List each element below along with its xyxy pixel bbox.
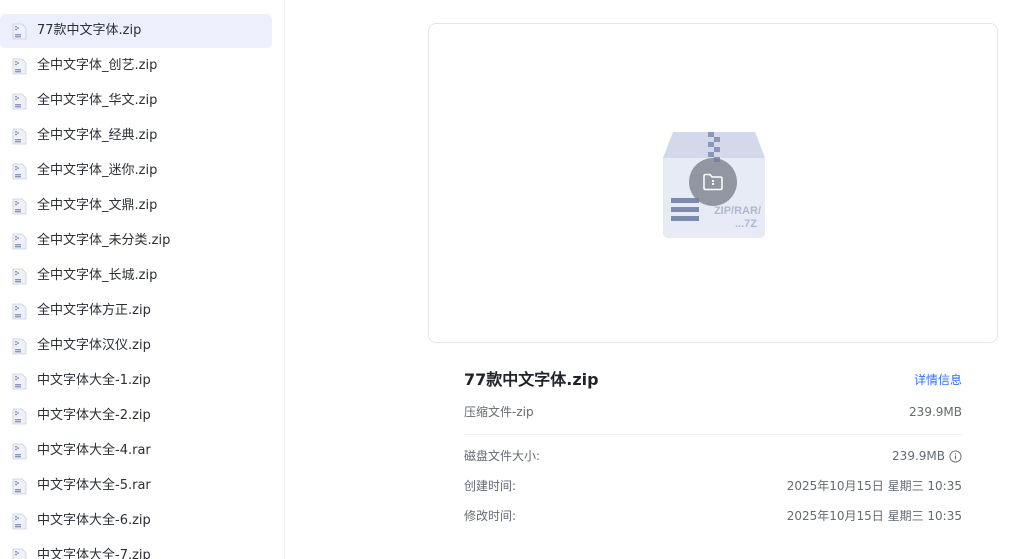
file-title: 77款中文字体.zip xyxy=(464,370,599,389)
zip-file-icon xyxy=(12,478,27,495)
open-folder-button[interactable] xyxy=(689,158,737,206)
file-list-item[interactable]: 中文字体大全-5.rar xyxy=(0,469,272,503)
created-time-value: 2025年10月15日 星期三 10:35 xyxy=(786,479,962,493)
file-name: 全中文字体_未分类.zip xyxy=(37,233,171,248)
preview-panel: ZIP/RAR/ ...7Z xyxy=(428,23,998,343)
file-list-item[interactable]: 中文字体大全-7.zip xyxy=(0,539,272,559)
zip-file-icon xyxy=(12,198,27,215)
zip-file-icon xyxy=(12,443,27,460)
created-time-label: 创建时间: xyxy=(464,479,517,493)
file-name: 全中文字体_华文.zip xyxy=(37,93,158,108)
file-name: 中文字体大全-4.rar xyxy=(37,443,151,458)
file-name: 中文字体大全-2.zip xyxy=(37,408,151,423)
zip-file-icon xyxy=(12,408,27,425)
file-details: 77款中文字体.zip 详情信息 压缩文件-zip 239.9MB 磁盘文件大小… xyxy=(464,366,962,531)
detail-info-link[interactable]: 详情信息 xyxy=(914,366,962,394)
file-name: 全中文字体汉仪.zip xyxy=(37,338,151,353)
file-name: 全中文字体_文鼎.zip xyxy=(37,198,158,213)
zip-file-icon xyxy=(12,268,27,285)
file-list-item[interactable]: 全中文字体_迷你.zip xyxy=(0,154,272,188)
file-list-item[interactable]: 中文字体大全-1.zip xyxy=(0,364,272,398)
archive-format-label-2: ...7Z xyxy=(735,218,757,230)
file-list-item[interactable]: 全中文字体_创艺.zip xyxy=(0,49,272,83)
zip-file-icon xyxy=(12,128,27,145)
zip-file-icon xyxy=(12,58,27,75)
zip-file-icon xyxy=(12,338,27,355)
file-list-item[interactable]: 全中文字体_经典.zip xyxy=(0,119,272,153)
file-name: 全中文字体_迷你.zip xyxy=(37,163,158,178)
file-name: 全中文字体方正.zip xyxy=(37,303,151,318)
file-name: 全中文字体_长城.zip xyxy=(37,268,158,283)
file-name: 中文字体大全-1.zip xyxy=(37,373,151,388)
file-list-item[interactable]: 全中文字体汉仪.zip xyxy=(0,329,272,363)
zip-file-icon xyxy=(12,373,27,390)
file-list-item[interactable]: 中文字体大全-4.rar xyxy=(0,434,272,468)
divider xyxy=(464,434,962,435)
file-list-item[interactable]: 全中文字体_文鼎.zip xyxy=(0,189,272,223)
file-list-item[interactable]: 中文字体大全-2.zip xyxy=(0,399,272,433)
zip-file-icon xyxy=(12,93,27,110)
file-list-item[interactable]: 中文字体大全-6.zip xyxy=(0,504,272,538)
sidebar: 77款中文字体.zip 全中文字体_创艺.zip 全中文字体_华文.zip 全中文字体… xyxy=(0,0,285,559)
info-icon[interactable] xyxy=(949,449,962,463)
file-type: 压缩文件-zip xyxy=(464,405,534,419)
zip-file-icon xyxy=(12,513,27,530)
zip-file-icon xyxy=(12,163,27,180)
file-browser: 77款中文字体.zip 全中文字体_创艺.zip 全中文字体_华文.zip 全中文字体… xyxy=(0,0,1012,559)
folder-icon xyxy=(703,173,723,191)
file-name: 77款中文字体.zip xyxy=(37,23,142,38)
archive-format-label-1: ZIP/RAR/ xyxy=(714,205,761,217)
zip-file-icon xyxy=(12,548,27,559)
file-name: 全中文字体_经典.zip xyxy=(37,128,158,143)
disk-size-label: 磁盘文件大小: xyxy=(464,449,541,463)
zip-file-icon xyxy=(12,303,27,320)
file-size: 239.9MB xyxy=(909,405,962,419)
file-list-item[interactable]: 全中文字体_长城.zip xyxy=(0,259,272,293)
modified-time-label: 修改时间: xyxy=(464,509,517,523)
zip-file-icon xyxy=(12,23,27,40)
disk-size-value: 239.9MB xyxy=(892,449,945,463)
file-name: 全中文字体_创艺.zip xyxy=(37,58,158,73)
file-list-item[interactable]: 全中文字体_未分类.zip xyxy=(0,224,272,258)
file-name: 中文字体大全-6.zip xyxy=(37,513,151,528)
file-list-item[interactable]: 77款中文字体.zip xyxy=(0,14,272,48)
zip-file-icon xyxy=(12,233,27,250)
file-name: 中文字体大全-7.zip xyxy=(37,548,151,559)
file-name: 中文字体大全-5.rar xyxy=(37,478,151,493)
file-list: 77款中文字体.zip 全中文字体_创艺.zip 全中文字体_华文.zip 全中文字体… xyxy=(0,14,284,559)
file-list-item[interactable]: 全中文字体_华文.zip xyxy=(0,84,272,118)
modified-time-value: 2025年10月15日 星期三 10:35 xyxy=(786,509,962,523)
file-list-item[interactable]: 全中文字体方正.zip xyxy=(0,294,272,328)
